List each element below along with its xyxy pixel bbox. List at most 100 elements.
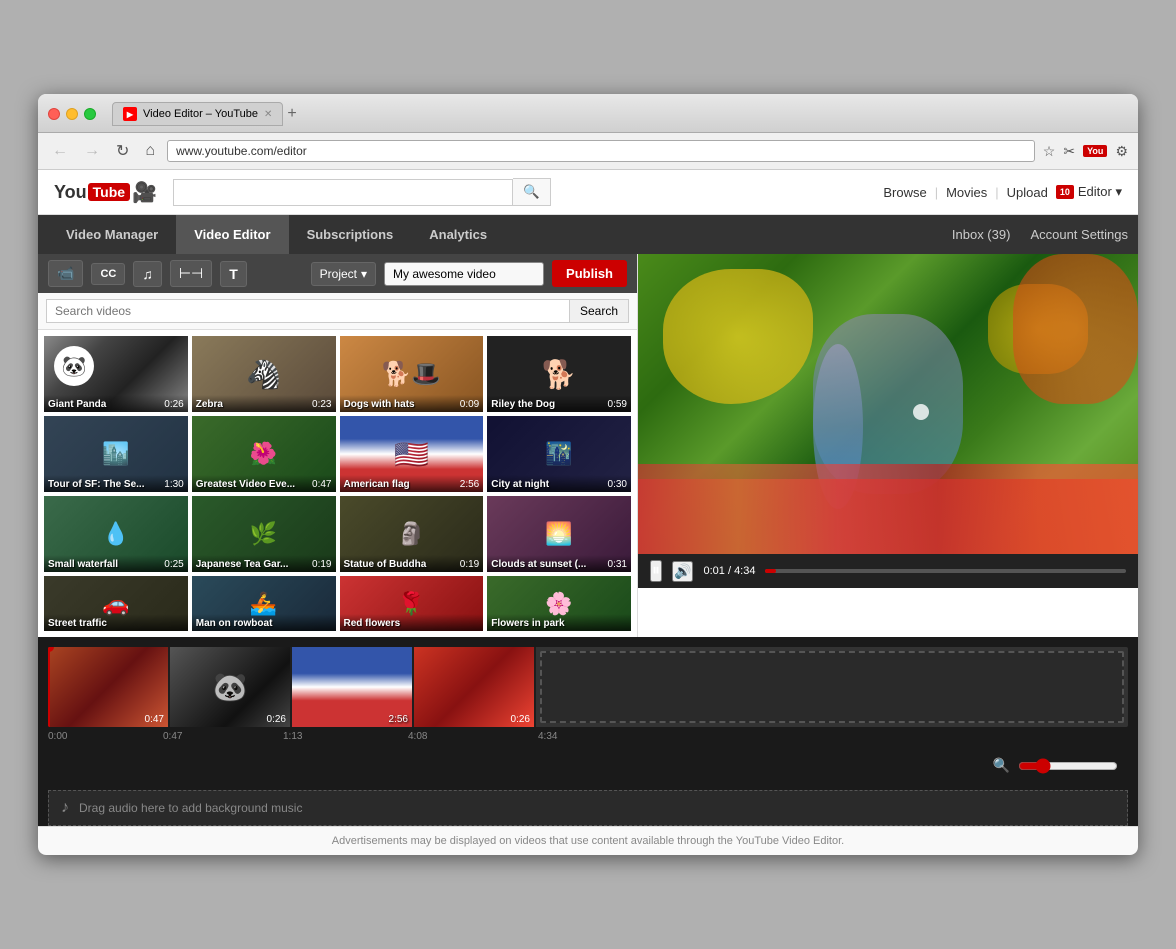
project-label: Project xyxy=(320,267,357,281)
video-thumb-city-night[interactable]: 🌃 City at night 0:30 xyxy=(487,416,631,492)
yt-header: You Tube 🎥 🔍 Browse | Movies | Upload 10… xyxy=(38,170,1138,215)
footer-text: Advertisements may be displayed on video… xyxy=(332,835,844,847)
ruler-mark-4: 4:34 xyxy=(538,731,557,742)
video-thumb-giant-panda[interactable]: 🐼 Giant Panda 0:26 xyxy=(44,336,188,412)
video-duration-12: 0:31 xyxy=(608,559,627,570)
text-tool-button[interactable]: T xyxy=(220,261,247,287)
timeline-empty-slot[interactable] xyxy=(540,651,1124,723)
search-row: Search xyxy=(38,293,637,330)
address-bar-wrap xyxy=(167,140,1035,162)
editor-toolbar: 📹 CC ♫ ⊢⊣ T Project ▾ Publish xyxy=(38,254,637,293)
timeline-playhead-line xyxy=(48,647,50,727)
tab-favicon-icon: ▶ xyxy=(123,107,137,121)
close-button[interactable] xyxy=(48,108,60,120)
pause-button[interactable]: ⏸ xyxy=(650,560,662,582)
video-duration-1: 0:26 xyxy=(164,399,183,410)
video-title-16: Flowers in park xyxy=(491,618,627,629)
cc-tool-button[interactable]: CC xyxy=(91,263,125,285)
video-overlay-12: Clouds at sunset (... 0:31 xyxy=(487,555,631,572)
yt-icon[interactable]: You xyxy=(1083,145,1107,157)
video-thumb-street-traffic[interactable]: 🚗 Street traffic xyxy=(44,576,188,631)
garden-visual xyxy=(638,254,1138,554)
project-dropdown[interactable]: Project ▾ xyxy=(311,262,376,286)
address-input[interactable] xyxy=(176,144,1026,158)
browse-link[interactable]: Browse xyxy=(883,185,926,200)
video-thumb-zebra[interactable]: 🦓 Zebra 0:23 xyxy=(192,336,336,412)
home-button[interactable]: ⌂ xyxy=(141,140,159,162)
ruler-mark-3: 4:08 xyxy=(408,731,427,742)
back-button[interactable]: ← xyxy=(48,140,72,162)
deco-flower-1 xyxy=(663,269,813,404)
editor-account[interactable]: 10 Editor ▾ xyxy=(1056,184,1122,200)
publish-button[interactable]: Publish xyxy=(552,260,627,287)
timeline-clip-1[interactable]: 0:47 xyxy=(48,647,170,727)
timeline-area: 0:47 🐼 0:26 2:56 0:26 xyxy=(38,637,1138,826)
timeline-clip-3[interactable]: 2:56 xyxy=(292,647,414,727)
new-tab-button[interactable]: + xyxy=(287,105,296,123)
preview-video-area xyxy=(638,254,1138,554)
timeline-clip-2[interactable]: 🐼 0:26 xyxy=(170,647,292,727)
maximize-button[interactable] xyxy=(84,108,96,120)
tools-icon[interactable]: ✂ xyxy=(1063,143,1075,160)
timeline-ruler: 0:00 0:47 1:13 4:08 4:34 xyxy=(48,731,1128,751)
video-search-input[interactable] xyxy=(46,299,570,323)
music-tool-button[interactable]: ♫ xyxy=(133,261,162,287)
tab-close-icon[interactable]: ✕ xyxy=(264,109,272,120)
bookmark-icon[interactable]: ☆ xyxy=(1043,143,1056,160)
progress-bar[interactable] xyxy=(765,569,1126,573)
video-thumb-red-flowers[interactable]: 🌹 Red flowers xyxy=(340,576,484,631)
video-thumb-flowers-park[interactable]: 🌸 Flowers in park xyxy=(487,576,631,631)
camera-tool-button[interactable]: 📹 xyxy=(48,260,83,287)
video-thumb-small-waterfall[interactable]: 💧 Small waterfall 0:25 xyxy=(44,496,188,572)
video-thumb-sf-tour[interactable]: 🏙️ Tour of SF: The Se... 1:30 xyxy=(44,416,188,492)
project-name-input[interactable] xyxy=(384,262,544,286)
zoom-slider[interactable] xyxy=(1018,758,1118,774)
clip-3-duration: 2:56 xyxy=(389,714,408,725)
upload-link[interactable]: Upload xyxy=(1007,185,1048,200)
video-thumb-clouds-sunset[interactable]: 🌅 Clouds at sunset (... 0:31 xyxy=(487,496,631,572)
tab-analytics[interactable]: Analytics xyxy=(411,215,505,254)
video-overlay-10: Japanese Tea Gar... 0:19 xyxy=(192,555,336,572)
yt-search-input[interactable] xyxy=(173,179,513,206)
timeline-toolbar: 🔍 xyxy=(48,751,1128,780)
video-overlay-14: Man on rowboat xyxy=(192,614,336,631)
video-thumb-man-rowboat[interactable]: 🚣 Man on rowboat xyxy=(192,576,336,631)
movies-link[interactable]: Movies xyxy=(946,185,987,200)
clip-2-icon: 🐼 xyxy=(213,671,248,704)
tab-subscriptions[interactable]: Subscriptions xyxy=(289,215,412,254)
browser-tab[interactable]: ▶ Video Editor – YouTube ✕ xyxy=(112,102,283,126)
browser-window: ▶ Video Editor – YouTube ✕ + ← → ↻ ⌂ ☆ ✂… xyxy=(38,94,1138,855)
transition-tool-button[interactable]: ⊢⊣ xyxy=(170,260,212,287)
sep1: | xyxy=(935,185,938,200)
nav-bar: ← → ↻ ⌂ ☆ ✂ You ⚙ xyxy=(38,133,1138,170)
video-duration-7: 2:56 xyxy=(460,479,479,490)
forward-button[interactable]: → xyxy=(80,140,104,162)
yt-logo[interactable]: You Tube 🎥 xyxy=(54,180,157,205)
video-thumb-riley-dog[interactable]: 🐕 Riley the Dog 0:59 xyxy=(487,336,631,412)
video-title-13: Street traffic xyxy=(48,618,184,629)
inbox-link[interactable]: Inbox (39) xyxy=(952,215,1011,254)
volume-button[interactable]: 🔊 xyxy=(672,561,693,582)
video-thumb-dogs-hats[interactable]: 🐕🎩 Dogs with hats 0:09 xyxy=(340,336,484,412)
tab-video-editor[interactable]: Video Editor xyxy=(176,215,288,254)
yt-header-nav: Browse | Movies | Upload 10 Editor ▾ xyxy=(883,184,1122,200)
video-overlay-3: Dogs with hats 0:09 xyxy=(340,395,484,412)
video-search-button[interactable]: Search xyxy=(570,299,629,323)
settings-icon[interactable]: ⚙ xyxy=(1115,143,1128,160)
video-thumb-japanese-garden[interactable]: 🌿 Japanese Tea Gar... 0:19 xyxy=(192,496,336,572)
refresh-button[interactable]: ↻ xyxy=(112,139,133,163)
tab-video-manager[interactable]: Video Manager xyxy=(48,215,176,254)
yt-search-button[interactable]: 🔍 xyxy=(513,178,551,206)
video-overlay-6: Greatest Video Eve... 0:47 xyxy=(192,475,336,492)
video-thumb-american-flag[interactable]: 🇺🇸 American flag 2:56 xyxy=(340,416,484,492)
video-overlay-8: City at night 0:30 xyxy=(487,475,631,492)
minimize-button[interactable] xyxy=(66,108,78,120)
video-thumb-buddha[interactable]: 🗿 Statue of Buddha 0:19 xyxy=(340,496,484,572)
video-thumb-greatest-video[interactable]: 🌺 Greatest Video Eve... 0:47 xyxy=(192,416,336,492)
timeline-clip-4[interactable]: 0:26 xyxy=(414,647,536,727)
current-time: 0:01 xyxy=(703,565,724,577)
audio-track[interactable]: ♪ Drag audio here to add background musi… xyxy=(48,790,1128,826)
tab-bar: ▶ Video Editor – YouTube ✕ + xyxy=(112,102,297,126)
account-settings-link[interactable]: Account Settings xyxy=(1030,215,1128,254)
video-duration-9: 0:25 xyxy=(164,559,183,570)
